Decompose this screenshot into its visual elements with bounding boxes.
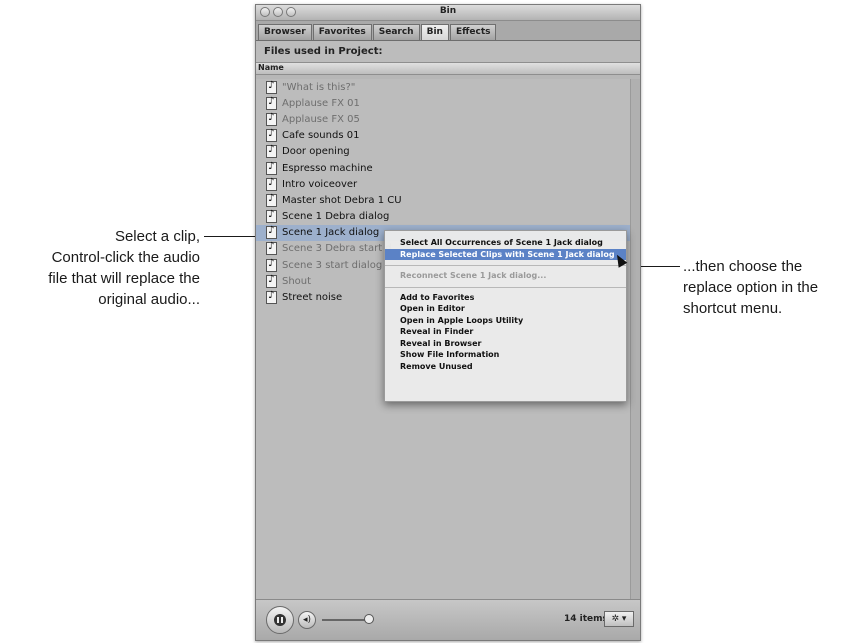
menu-item[interactable]: Reveal in Browser — [385, 338, 626, 350]
pause-button[interactable] — [266, 606, 294, 634]
shortcut-menu: Select All Occurrences of Scene 1 Jack d… — [384, 230, 627, 402]
volume-button[interactable]: ◂) — [298, 611, 316, 629]
file-name: Cafe sounds 01 — [282, 130, 360, 142]
tab-favorites[interactable]: Favorites — [312, 24, 372, 40]
title-bar: Bin — [256, 5, 640, 21]
callout-right-line: shortcut menu. — [683, 300, 783, 317]
audio-file-icon — [266, 209, 277, 224]
file-name: Door opening — [282, 146, 350, 158]
callout-left: Select a clip, Control-click the audio f… — [0, 226, 200, 310]
file-name: Master shot Debra 1 CU — [282, 194, 402, 206]
menu-item[interactable]: Show File Information — [385, 349, 626, 361]
gear-menu-button[interactable]: ✲ ▾ — [604, 611, 634, 627]
audio-file-icon — [266, 193, 277, 207]
callout-left-line: Control-click the audio — [51, 249, 200, 266]
audio-file-icon — [266, 80, 277, 94]
file-name: Espresso machine — [282, 162, 373, 174]
audio-file-icon — [266, 258, 277, 272]
item-count: 14 items — [564, 614, 608, 624]
files-header: Files used in Project: — [256, 41, 640, 63]
pause-icon — [274, 614, 286, 626]
audio-file-icon — [266, 161, 277, 175]
file-list-item[interactable]: Applause FX 01 — [256, 95, 640, 111]
volume-slider-knob[interactable] — [364, 614, 374, 624]
callout-right-line: replace option in the — [683, 279, 819, 296]
bottom-bar: ◂) 14 items ✲ ▾ — [256, 599, 640, 640]
audio-file-icon — [266, 290, 277, 305]
audio-file-icon — [266, 241, 277, 256]
audio-file-icon — [266, 274, 277, 288]
file-list-item[interactable]: Intro voiceover — [256, 176, 640, 192]
file-list-item[interactable]: Master shot Debra 1 CU — [256, 192, 640, 208]
file-name: Applause FX 05 — [282, 113, 360, 125]
menu-separator — [385, 286, 626, 288]
tab-search[interactable]: Search — [372, 24, 420, 40]
audio-file-icon — [266, 128, 277, 143]
menu-item[interactable]: Replace Selected Clips with Scene 1 Jack… — [385, 248, 626, 260]
file-list-item[interactable]: Cafe sounds 01 — [256, 128, 640, 144]
menu-item[interactable]: Reveal in Finder — [385, 326, 626, 338]
file-list-item[interactable]: "What is this?" — [256, 79, 640, 95]
file-name: Scene 3 Debra start d — [282, 243, 392, 255]
audio-file-icon — [266, 177, 277, 191]
file-name: Applause FX 01 — [282, 97, 360, 109]
audio-file-icon — [266, 144, 277, 159]
file-name: Scene 1 Debra dialog — [282, 211, 390, 223]
file-name: Intro voiceover — [282, 178, 358, 190]
tab-bar: Browser Favorites Search Bin Effects — [256, 21, 640, 41]
file-name: Street noise — [282, 292, 343, 304]
audio-file-icon — [266, 112, 277, 126]
volume-slider-track[interactable] — [322, 619, 368, 621]
file-list-item[interactable]: Applause FX 05 — [256, 111, 640, 127]
file-name: Shout — [282, 275, 312, 287]
menu-separator — [385, 265, 626, 266]
name-column-header[interactable]: Name — [256, 63, 640, 75]
file-list-item[interactable]: Door opening — [256, 144, 640, 160]
callout-left-line: original audio... — [98, 291, 200, 308]
file-name: Scene 3 start dialog — [282, 259, 383, 271]
audio-file-icon — [266, 96, 277, 110]
tab-effects[interactable]: Effects — [449, 24, 497, 40]
menu-item[interactable]: Add to Favorites — [385, 292, 626, 304]
tab-bin[interactable]: Bin — [420, 24, 449, 40]
window-title: Bin — [439, 6, 457, 16]
menu-item: Reconnect Scene 1 Jack dialog... — [400, 271, 547, 281]
callout-left-line: Select a clip, — [114, 228, 200, 245]
tab-browser[interactable]: Browser — [258, 24, 312, 40]
audio-file-icon — [266, 225, 277, 240]
menu-item[interactable]: Select All Occurrences of Scene 1 Jack d… — [385, 237, 626, 249]
menu-item[interactable]: Remove Unused — [385, 361, 626, 373]
scrollbar[interactable] — [630, 79, 640, 599]
callout-right-line: ...then choose the — [683, 258, 803, 275]
menu-item[interactable]: Open in Apple Loops Utility — [385, 315, 626, 327]
callout-left-line: file that will replace the — [48, 270, 200, 287]
callout-right: ...then choose the replace option in the… — [683, 256, 854, 319]
menu-item[interactable]: Open in Editor — [385, 303, 626, 315]
file-name: "What is this?" — [282, 81, 356, 93]
file-list-item[interactable]: Scene 1 Debra dialog — [256, 209, 640, 225]
file-name: Scene 1 Jack dialog — [282, 227, 380, 239]
file-list-item[interactable]: Espresso machine — [256, 160, 640, 176]
